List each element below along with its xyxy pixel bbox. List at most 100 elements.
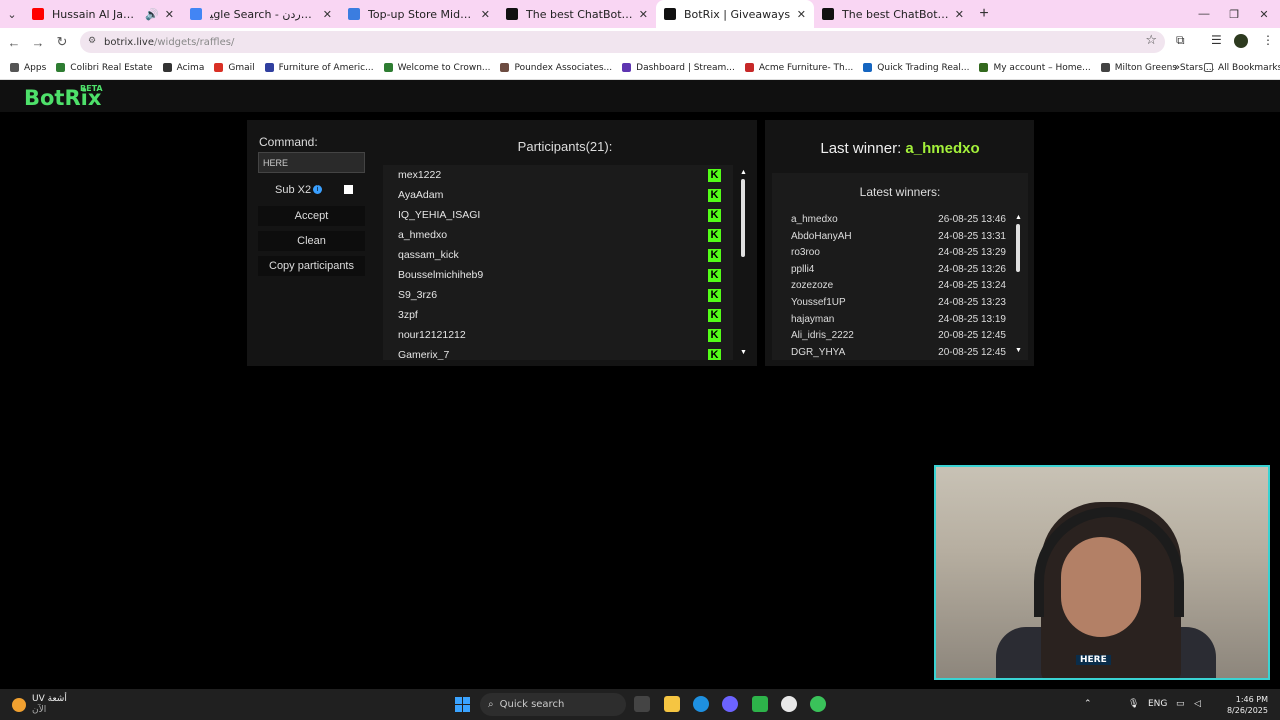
clean-button[interactable]: Clean [258,231,365,251]
taskbar-search[interactable]: ⌕ Quick search [480,693,626,716]
participant-row[interactable]: mex1222 K [383,165,733,185]
browser-tab[interactable]: BotRix | Giveaways ✕ [656,0,814,28]
close-window-icon[interactable]: ✕ [1248,0,1280,28]
close-tab-icon[interactable]: ✕ [323,8,332,21]
latest-winners-box: Latest winners: a_hmedxo 26-08-25 13:46 Ab… [772,173,1028,360]
all-bookmarks-label: All Bookmarks [1218,62,1280,73]
bookmark-item[interactable]: Welcome to Crown... [383,63,490,73]
microphone-icon[interactable]: 🎙 [1128,699,1139,709]
forward-icon[interactable]: → [26,35,50,50]
participant-row[interactable]: Gamerix_7 K [383,345,733,360]
accept-button[interactable]: Accept [258,206,365,226]
winner-row: DGR_YHYA 20-08-25 12:45 [791,347,1021,360]
all-bookmarks[interactable]: All Bookmarks [1204,63,1280,73]
kick-platform-icon: K [708,348,721,360]
browser-tab[interactable]: The best ChatBot and Widgets ✕ [498,0,656,28]
scroll-down-icon[interactable]: ▼ [1015,347,1022,354]
winner-name: hajayman [791,313,835,325]
windows-start-icon[interactable] [455,697,470,712]
bookmark-label: Apps [24,62,47,73]
tray-overflow-icon[interactable]: ⌃ [1084,699,1092,709]
bookmark-item[interactable]: Poundex Associates... [500,63,612,73]
task-view-icon[interactable] [634,696,650,712]
participant-name: IQ_YEHIA_ISAGI [398,209,481,221]
scroll-up-icon[interactable]: ▲ [740,169,747,176]
command-label: Command: [259,135,318,149]
bookmark-item[interactable]: Furniture of Americ... [264,63,374,73]
close-tab-icon[interactable]: ✕ [481,8,490,21]
profile-avatar[interactable] [1234,34,1248,48]
latest-winners-list[interactable]: a_hmedxo 26-08-25 13:46 AbdoHanyAH 24-08-25… [791,214,1021,360]
bookmark-item[interactable]: Apps [10,63,46,73]
back-icon[interactable]: ← [2,35,26,50]
close-tab-icon[interactable]: ✕ [165,8,174,21]
file-explorer-icon[interactable] [664,696,680,712]
participant-row[interactable]: qassam_kick K [383,245,733,265]
bookmark-item[interactable]: Quick Trading Real... [863,63,969,73]
discord-icon[interactable] [722,696,738,712]
reading-list-icon[interactable]: ☰ [1211,33,1222,47]
scroll-thumb[interactable] [1016,224,1020,272]
participant-row[interactable]: Bousselmichiheb9 K [383,265,733,285]
extensions-icon[interactable]: ⧉ [1176,33,1185,48]
close-tab-icon[interactable]: ✕ [639,8,648,21]
chrome-profile-icon[interactable] [810,696,826,712]
app-icon[interactable] [752,696,768,712]
winners-scrollbar[interactable]: ▲ ▼ [1015,214,1022,357]
participant-row[interactable]: S9_3rz6 K [383,285,733,305]
bookmark-item[interactable]: Acme Furniture- Th... [744,63,853,73]
new-tab-button[interactable]: + [972,5,996,23]
restore-icon[interactable]: ❐ [1218,0,1250,28]
bookmark-item[interactable]: Milton Greens Stars,... [1100,63,1214,73]
midasbuy-icon [348,8,360,20]
participant-row[interactable]: nour12121212 K [383,325,733,345]
edge-icon[interactable] [693,696,709,712]
scroll-down-icon[interactable]: ▼ [740,349,747,356]
browser-tab[interactable]: Hussain Al Jassmi – Al Shat 🔊 ✕ [24,0,182,28]
browser-tab[interactable]: Top-up Store Midasbuy United ✕ [340,0,498,28]
weather-widget[interactable]: UV أشعة الآن [12,694,67,716]
clock-date: 8/26/2025 [1226,706,1268,715]
network-icon[interactable]: ▭ [1176,699,1185,709]
bookmark-label: Quick Trading Real... [877,62,970,73]
participants-scrollbar[interactable]: ▲ ▼ [740,169,747,359]
scroll-up-icon[interactable]: ▲ [1015,214,1022,221]
bookmarks-overflow-icon[interactable]: » [1174,62,1180,73]
tab-search-icon[interactable]: ⌄ [0,0,24,28]
participant-row[interactable]: IQ_YEHIA_ISAGI K [383,205,733,225]
participants-list[interactable]: mex1222 K AyaAdam K IQ_YEHIA_ISAGI Ka_hmedxo K… [383,165,733,360]
botrix-logo[interactable]: BotRix BETA [24,84,103,110]
url-path: /widgets/raffles/ [154,36,235,48]
info-icon[interactable]: i [313,185,322,194]
chrome-icon[interactable] [781,696,797,712]
browser-tab[interactable]: The best ChatBot and Widgets ✕ [814,0,972,28]
site-info-icon[interactable]: ⚙ [88,36,96,46]
close-tab-icon[interactable]: ✕ [797,8,806,21]
bookmark-star-icon[interactable]: ☆ [1145,33,1157,48]
sub-x2-checkbox[interactable] [344,185,353,194]
participant-row[interactable]: AyaAdam K [383,185,733,205]
reload-icon[interactable]: ↻ [50,34,74,50]
bookmark-item[interactable]: My account – Home... [979,63,1091,73]
scroll-thumb[interactable] [741,179,745,257]
latest-winners-title: Latest winners: [859,185,941,199]
bookmark-item[interactable]: Dashboard | Stream... [622,63,735,73]
clock[interactable]: 1:46 PM 8/26/2025 [1227,694,1268,716]
participant-name: S9_3rz6 [398,289,438,301]
address-bar[interactable]: ⚙ botrix.live/widgets/raffles/ ☆ [80,31,1165,53]
bookmark-item[interactable]: Colibri Real Estate [56,63,153,73]
participant-row[interactable]: a_hmedxo K [383,225,733,245]
copy-participants-button[interactable]: Copy participants [258,256,365,276]
language-indicator[interactable]: ENG [1148,699,1167,709]
browser-tab[interactable]: ﯿgle Search - درجات الحرارة الاردن ✕ [182,0,340,28]
close-tab-icon[interactable]: ✕ [955,8,964,21]
menu-icon[interactable]: ⋮ [1262,33,1274,47]
minimize-icon[interactable]: — [1188,0,1220,28]
command-input[interactable] [258,152,365,173]
bookmark-item[interactable]: Gmail [214,63,255,73]
participant-row[interactable]: 3zpf K [383,305,733,325]
bookmarks-bar: Apps Colibri Real Estate Acima Gmail Furnitu… [0,56,1280,80]
audio-icon[interactable]: 🔊 [145,8,159,21]
bookmark-item[interactable]: Acima [162,63,204,73]
volume-icon[interactable]: ◁ [1194,699,1201,709]
